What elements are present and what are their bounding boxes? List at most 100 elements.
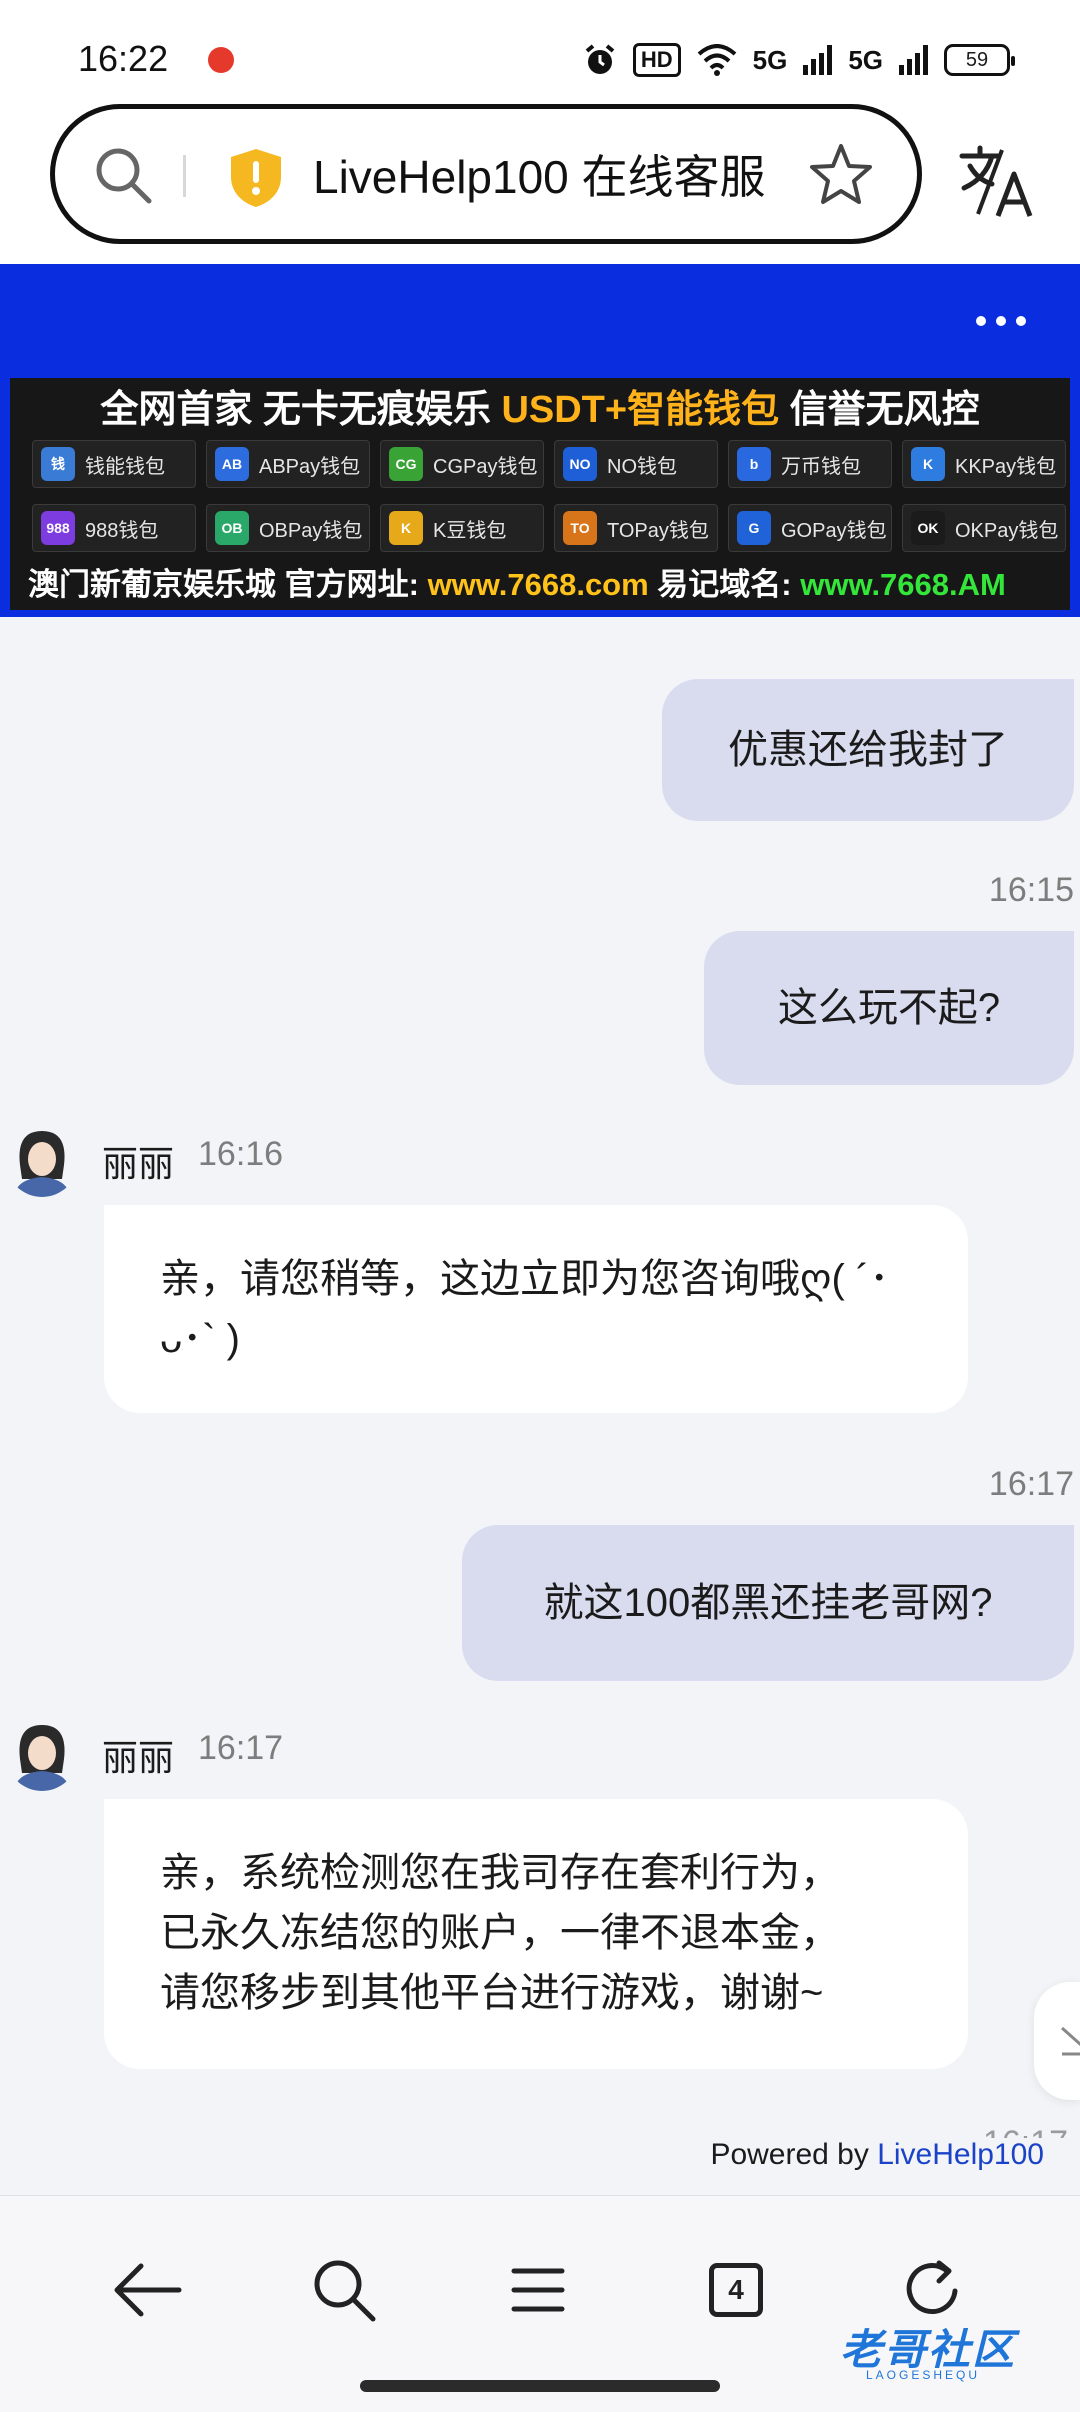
banner-foot-text-2: 易记域名:	[648, 567, 801, 602]
wallet-grid: 钱钱能钱包 AB ABPay钱包 CG CGPay钱包 NO NO钱包 b 万币钱包 K KKPay…	[32, 440, 1066, 552]
banner-url-2: www.7668.AM	[800, 567, 1006, 602]
menu-button[interactable]	[498, 2250, 578, 2330]
wallet-item[interactable]: OB OBPay钱包	[206, 504, 370, 552]
user-message-bubble: 就这100都黑还挂老哥网?	[462, 1525, 1074, 1681]
powered-by-text: Powered by	[710, 2138, 878, 2171]
status-bar: 16:22 HD 5G 5G 59	[0, 0, 1080, 100]
hd-voice-icon: HD	[632, 43, 681, 77]
browser-toolbar: LiveHelp100 在线客服	[0, 100, 1080, 264]
message-text: 就这100都黑还挂老哥网?	[543, 1581, 993, 1625]
message-text-line: 已永久冻结您的账户，一律不退本金，	[160, 1911, 840, 1955]
banner-title-part: 全网首家 无卡无痕娱乐	[100, 389, 502, 431]
message-timestamp: 16:17	[198, 1729, 284, 1767]
banner-foot-text: 澳门新葡京娱乐城 官方网址:	[28, 567, 428, 602]
address-divider	[183, 155, 186, 197]
signal-icon-2	[899, 45, 928, 75]
wallet-logo-icon: G	[737, 511, 771, 545]
user-message-bubble: 优惠还给我封了	[662, 679, 1074, 821]
banner-title: 全网首家 无卡无痕娱乐 USDT+智能钱包 信誉无风控	[10, 384, 1070, 436]
wallet-logo-icon: CG	[389, 447, 423, 481]
wallet-logo-icon: 988	[41, 511, 75, 545]
wallet-item[interactable]: 钱钱能钱包	[32, 440, 196, 488]
chevron-down-icon	[1061, 2026, 1080, 2056]
back-arrow-icon	[114, 2263, 182, 2317]
wifi-icon	[697, 44, 736, 76]
app-notification-icon	[208, 47, 234, 73]
wallet-label: 988钱包	[85, 519, 159, 542]
search-icon[interactable]	[91, 143, 155, 207]
network-5g-label: 5G	[752, 44, 788, 75]
agent-name: 丽丽	[102, 1737, 175, 1778]
network-5g-label-2: 5G	[848, 44, 883, 75]
agent-avatar	[6, 1719, 78, 1791]
banner-title-part-2: 信誉无风控	[779, 389, 980, 431]
menu-icon	[511, 2268, 565, 2312]
livehelp-link[interactable]: LiveHelp100	[877, 2138, 1044, 2171]
address-bar[interactable]: LiveHelp100 在线客服	[50, 104, 922, 244]
wallet-item[interactable]: NO NO钱包	[554, 440, 718, 488]
wallet-label: NO钱包	[607, 455, 677, 478]
wallet-label: 万币钱包	[781, 455, 861, 478]
wallet-logo-icon: NO	[563, 447, 597, 481]
wallet-item[interactable]: b 万币钱包	[728, 440, 892, 488]
search-button[interactable]	[304, 2250, 384, 2330]
status-icons: HD 5G 5G 59	[583, 40, 1015, 80]
alarm-icon	[585, 44, 615, 74]
wallet-label: GOPay钱包	[781, 519, 887, 542]
more-options-icon[interactable]	[974, 314, 1028, 328]
agent-message-bubble: 亲，系统检测您在我司存在套利行为， 已永久冻结您的账户，一律不退本金， 请您移步…	[104, 1799, 968, 2069]
message-text: 亲，请您稍等，这边立即为您咨询哦ღ( ´･ᴗ･` )	[160, 1257, 890, 1361]
agent-message-bubble: 亲，请您稍等，这边立即为您咨询哦ღ( ´･ᴗ･` )	[104, 1205, 968, 1413]
message-timestamp: 16:17	[988, 1465, 1074, 1503]
battery-level: 59	[965, 48, 989, 71]
wallet-label: OBPay钱包	[259, 519, 363, 542]
message-list[interactable]: 优惠还给我封了 16:15 这么玩不起? 丽丽 16:16 亲，请您稍等，这边立…	[0, 617, 1080, 2195]
wallet-label: OKPay钱包	[955, 519, 1059, 542]
page-title[interactable]: LiveHelp100 在线客服	[313, 147, 793, 207]
wallet-item[interactable]: OK OKPay钱包	[902, 504, 1066, 552]
banner-footer: 澳门新葡京娱乐城 官方网址: www.7668.com 易记域名: www.76…	[28, 564, 1006, 606]
wallet-logo-icon: K	[389, 511, 423, 545]
wallet-item[interactable]: CG CGPay钱包	[380, 440, 544, 488]
user-message-bubble: 这么玩不起?	[704, 931, 1074, 1085]
wallet-logo-icon: OK	[911, 511, 945, 545]
wallet-logo-icon: b	[737, 447, 771, 481]
wallet-label: ABPay钱包	[259, 455, 361, 478]
battery-icon: 59	[944, 44, 1015, 76]
message-timestamp: 16:16	[198, 1135, 284, 1173]
wallet-logo-icon: K	[911, 447, 945, 481]
tabs-button[interactable]: 4	[696, 2250, 776, 2330]
wallet-item[interactable]: K KKPay钱包	[902, 440, 1066, 488]
shield-icon[interactable]	[227, 147, 285, 209]
status-time: 16:22	[78, 38, 169, 79]
bookmark-star-icon[interactable]	[807, 141, 875, 209]
wallet-item[interactable]: TO TOPay钱包	[554, 504, 718, 552]
wallet-label: TOPay钱包	[607, 519, 709, 542]
wallet-label: CGPay钱包	[433, 455, 538, 478]
wallet-item[interactable]: G GOPay钱包	[728, 504, 892, 552]
wallet-logo-icon: 钱	[41, 447, 75, 481]
agent-avatar	[6, 1125, 78, 1197]
translate-icon[interactable]	[958, 144, 1034, 220]
banner-url: www.7668.com	[427, 567, 649, 602]
home-indicator	[360, 2380, 720, 2392]
wallet-logo-icon: OB	[215, 511, 249, 545]
powered-by: Powered by LiveHelp100	[710, 2138, 1044, 2172]
message-timestamp-partial: 16:17	[983, 2124, 1068, 2138]
wallet-label: 钱能钱包	[85, 455, 165, 478]
ad-banner[interactable]: 全网首家 无卡无痕娱乐 USDT+智能钱包 信誉无风控 钱钱能钱包 AB ABPay…	[10, 378, 1070, 610]
wallet-item[interactable]: AB ABPay钱包	[206, 440, 370, 488]
message-text-line: 请您移步到其他平台进行游戏，谢谢~	[160, 1971, 824, 2015]
wallet-item[interactable]: 988 988钱包	[32, 504, 196, 552]
scroll-to-bottom-button[interactable]	[1034, 1982, 1080, 2100]
back-button[interactable]	[108, 2250, 188, 2330]
search-icon	[314, 2260, 376, 2322]
agent-name: 丽丽	[102, 1143, 175, 1184]
wallet-logo-icon: TO	[563, 511, 597, 545]
banner-title-highlight: USDT+智能钱包	[501, 389, 780, 431]
message-text: 优惠还给我封了	[728, 728, 1008, 772]
wallet-item[interactable]: K K豆钱包	[380, 504, 544, 552]
message-timestamp: 16:15	[988, 871, 1074, 909]
signal-icon	[803, 45, 833, 75]
browser-bottom-nav: 4 老哥社区 LAOGESHEQU	[0, 2195, 1080, 2412]
